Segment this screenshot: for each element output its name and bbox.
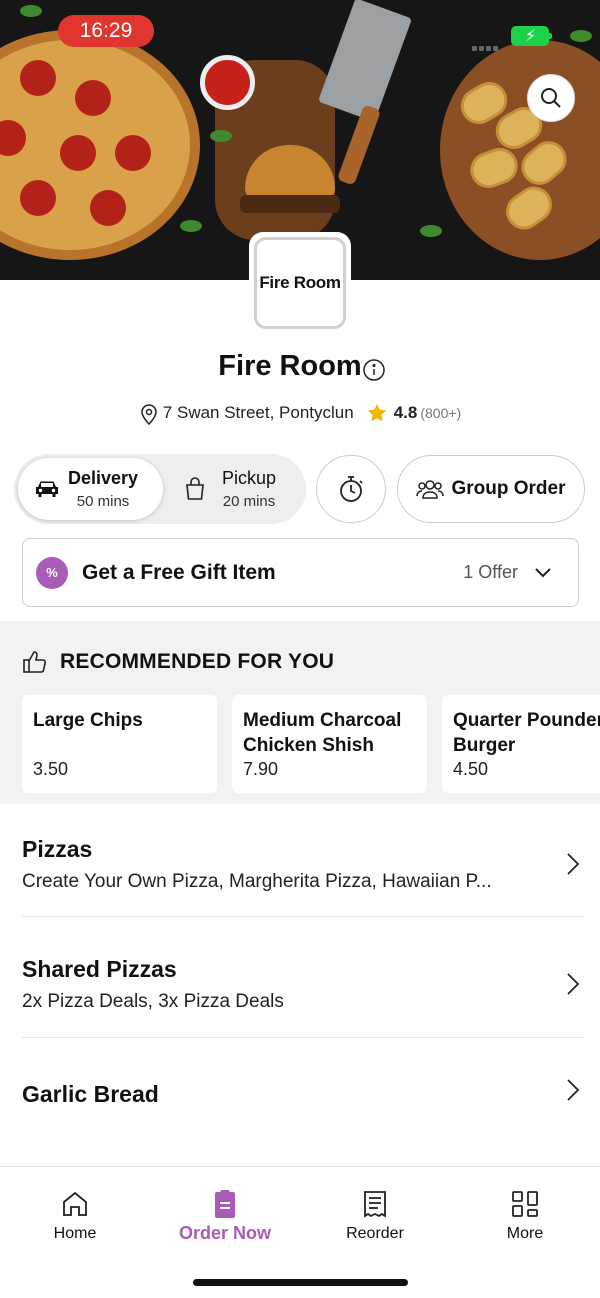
divider	[22, 1037, 584, 1038]
star-icon	[367, 403, 386, 422]
recommended-item-price: 4.50	[453, 759, 489, 779]
chevron-down-icon	[535, 568, 551, 578]
recommended-section: RECOMMENDED FOR YOU Large Chips 3.50 Med…	[0, 621, 600, 804]
nav-home-label: Home	[53, 1225, 97, 1242]
recommended-item-card[interactable]: Large Chips 3.50	[22, 695, 217, 793]
stopwatch-icon	[340, 476, 363, 502]
recommended-item-name: Medium Charcoal Chicken Shish	[243, 710, 402, 756]
rating-count: (800+)	[420, 405, 462, 421]
category-subtitle: Create Your Own Pizza, Margherita Pizza,…	[22, 871, 492, 892]
nav-more-label: More	[506, 1225, 544, 1242]
recommended-item-card[interactable]: Quarter Pounder Burger 4.50	[442, 695, 600, 793]
thumbs-up-icon	[23, 651, 47, 673]
store-title: Fire Room	[0, 350, 600, 383]
info-icon[interactable]	[362, 358, 386, 387]
nav-home[interactable]: Home	[15, 1189, 135, 1243]
nav-reorder-label: Reorder	[346, 1225, 404, 1242]
rating-value: 4.8	[393, 403, 418, 422]
schedule-order-button[interactable]	[316, 455, 386, 523]
pickup-option[interactable]: Pickup 20 mins	[174, 458, 302, 520]
grid-icon	[512, 1191, 538, 1217]
chevron-right-icon	[567, 973, 580, 995]
store-meta-row: 7 Swan Street, Pontyclun 4.8 (800+)	[0, 401, 600, 425]
recommended-heading: RECOMMENDED FOR YOU	[22, 649, 334, 675]
car-icon	[36, 481, 58, 497]
delivery-option[interactable]: Delivery 50 mins	[18, 458, 163, 520]
category-title: Pizzas	[22, 836, 93, 862]
pickup-time: 20 mins	[222, 493, 276, 510]
order-icon	[215, 1190, 235, 1218]
store-logo: Fire Room	[249, 232, 351, 334]
store-name: Fire Room	[218, 350, 362, 382]
location-pin-icon	[141, 404, 157, 425]
receipt-icon	[364, 1191, 386, 1218]
delivery-time: 50 mins	[76, 493, 130, 510]
store-logo-text: Fire Room	[254, 237, 346, 329]
recommended-item-price: 7.90	[243, 759, 279, 779]
order-mode-toggle: Delivery 50 mins Pickup 20 mins	[14, 454, 306, 524]
category-row-shared-pizzas[interactable]: Shared Pizzas 2x Pizza Deals, 3x Pizza D…	[22, 956, 584, 1013]
group-order-button[interactable]: Group Order	[397, 455, 585, 523]
recommended-item-name: Quarter Pounder Burger	[453, 710, 600, 756]
category-row-pizzas[interactable]: Pizzas Create Your Own Pizza, Margherita…	[22, 836, 584, 893]
group-order-label: Group Order	[451, 478, 566, 499]
discount-badge-icon: %	[36, 556, 68, 589]
pizza-illustration	[0, 30, 200, 260]
home-indicator[interactable]	[193, 1279, 408, 1286]
recommended-heading-text: RECOMMENDED FOR YOU	[60, 650, 335, 673]
recommended-item-card[interactable]: Medium Charcoal Chicken Shish 7.90	[232, 695, 427, 793]
pickup-label: Pickup	[222, 468, 277, 488]
offer-banner[interactable]: % Get a Free Gift Item 1 Offer	[22, 538, 579, 607]
cellular-signal-icon	[472, 38, 504, 51]
shopping-bag-icon	[186, 477, 204, 500]
nav-order-now[interactable]: Order Now	[165, 1189, 285, 1244]
group-users-icon	[416, 480, 445, 499]
category-title: Shared Pizzas	[22, 956, 177, 982]
divider	[22, 916, 584, 917]
category-row-garlic-bread[interactable]: Garlic Bread	[22, 1079, 584, 1108]
category-title: Garlic Bread	[22, 1081, 159, 1107]
search-button[interactable]	[527, 74, 575, 122]
battery-charging-icon: ⚡	[511, 26, 552, 46]
chevron-right-icon	[567, 853, 580, 875]
offer-count: 1 Offer	[463, 562, 518, 582]
chevron-right-icon	[567, 1079, 580, 1101]
nav-order-now-label: Order Now	[178, 1223, 271, 1243]
store-address: 7 Swan Street, Pontyclun	[162, 403, 354, 422]
recommended-item-name: Large Chips	[33, 710, 143, 731]
delivery-label: Delivery	[68, 468, 139, 488]
nav-reorder[interactable]: Reorder	[315, 1189, 435, 1243]
status-time: 16:29	[58, 15, 154, 47]
home-icon	[63, 1191, 87, 1216]
offer-title: Get a Free Gift Item	[82, 560, 276, 584]
nav-more[interactable]: More	[465, 1189, 585, 1243]
category-subtitle: 2x Pizza Deals, 3x Pizza Deals	[22, 991, 284, 1012]
search-icon	[541, 88, 561, 108]
recommended-item-price: 3.50	[33, 759, 69, 779]
